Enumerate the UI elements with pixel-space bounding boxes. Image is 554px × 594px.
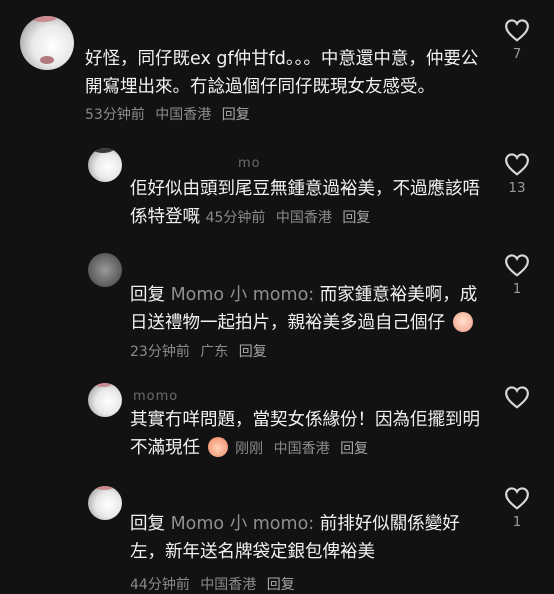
comment-item: momo 其實冇咩問題，當契女係緣份！因為佢擺到明不滿現任 刚刚 中国香港 回复	[0, 377, 554, 480]
heart-icon	[505, 254, 529, 277]
comment-text: 其實冇咩問題，當契女係緣份！因為佢擺到明不滿現任 刚刚 中国香港 回复	[130, 410, 480, 458]
comment-location: 广东	[200, 344, 229, 360]
username[interactable]: momo	[133, 389, 178, 404]
heart-icon	[505, 19, 529, 42]
reply-button[interactable]: 回复	[340, 441, 368, 457]
heart-icon	[505, 487, 529, 510]
avatar[interactable]	[88, 383, 122, 417]
comment-location: 中国香港	[155, 107, 212, 123]
heart-icon	[505, 386, 529, 409]
comment-meta: 刚刚 中国香港 回复	[235, 441, 374, 457]
crying-emoji-icon	[452, 311, 473, 332]
like-button[interactable]	[502, 385, 532, 409]
avatar[interactable]	[20, 16, 74, 70]
comment-time: 45分钟前	[205, 209, 266, 226]
comment-meta: 44分钟前 中国香港 回复	[130, 574, 301, 594]
like-button[interactable]: 1	[502, 486, 532, 530]
avatar[interactable]	[88, 148, 122, 182]
comment-text: 佢好似由頭到尾豆無鍾意過裕美，不過應該唔係特登嘅 45分钟前 中国香港 回复	[130, 179, 480, 227]
reply-button[interactable]: 回复	[239, 344, 267, 360]
like-count: 1	[512, 514, 522, 530]
comment-text: 好怪，同仔既ex gf仲甘fd。。。中意還中意，仲要公開寫埋出來。冇諗過個仔同仔…	[85, 49, 479, 123]
like-button[interactable]: 13	[502, 152, 532, 196]
comment-text: 回复 Momo 小 momo: 而家鍾意裕美啊，成日送禮物一起拍片，親裕美多過自…	[130, 285, 478, 360]
like-button[interactable]: 7	[502, 18, 532, 62]
mention-link[interactable]: Momo 小 momo:	[171, 514, 315, 534]
avatar[interactable]	[88, 486, 122, 520]
comment-meta: 45分钟前 中国香港 回复	[206, 210, 377, 226]
comment-item: 回复 Momo 小 momo: 前排好似關係變好左，新年送名牌袋定銀包俾裕美 4…	[0, 480, 554, 594]
heart-icon	[505, 153, 529, 176]
comment-time: 刚刚	[235, 440, 264, 457]
reply-button[interactable]: 回复	[222, 107, 250, 123]
comment-meta: 23分钟前 广东 回复	[130, 344, 273, 360]
reply-prefix: 回复	[130, 285, 165, 305]
comment-item: 回复 Momo 小 momo: 而家鍾意裕美啊，成日送禮物一起拍片，親裕美多過自…	[0, 245, 554, 377]
username[interactable]: mo	[238, 156, 261, 171]
like-button[interactable]: 1	[502, 253, 532, 297]
comment-location: 中国香港	[273, 440, 330, 457]
reply-button[interactable]: 回复	[342, 210, 370, 226]
like-count: 1	[512, 281, 522, 297]
comment-time: 23分钟前	[130, 344, 190, 360]
comment-meta: 53分钟前 中国香港 回复	[85, 107, 256, 123]
reply-prefix: 回复	[130, 514, 165, 534]
like-count: 7	[512, 46, 522, 62]
peach-emoji-icon	[207, 436, 228, 457]
comment-text: 回复 Momo 小 momo: 前排好似關係變好左，新年送名牌袋定銀包俾裕美	[130, 514, 460, 562]
mention-link[interactable]: Momo 小 momo:	[171, 285, 315, 305]
like-count: 13	[508, 180, 526, 196]
comment-item: mo 佢好似由頭到尾豆無鍾意過裕美，不過應該唔係特登嘅 45分钟前 中国香港 回…	[0, 140, 554, 245]
comment-time: 53分钟前	[85, 107, 145, 123]
comment-location: 中国香港	[275, 209, 332, 226]
comment-item: 好怪，同仔既ex gf仲甘fd。。。中意還中意，仲要公開寫埋出來。冇諗過個仔同仔…	[0, 0, 554, 140]
avatar[interactable]	[88, 253, 122, 287]
